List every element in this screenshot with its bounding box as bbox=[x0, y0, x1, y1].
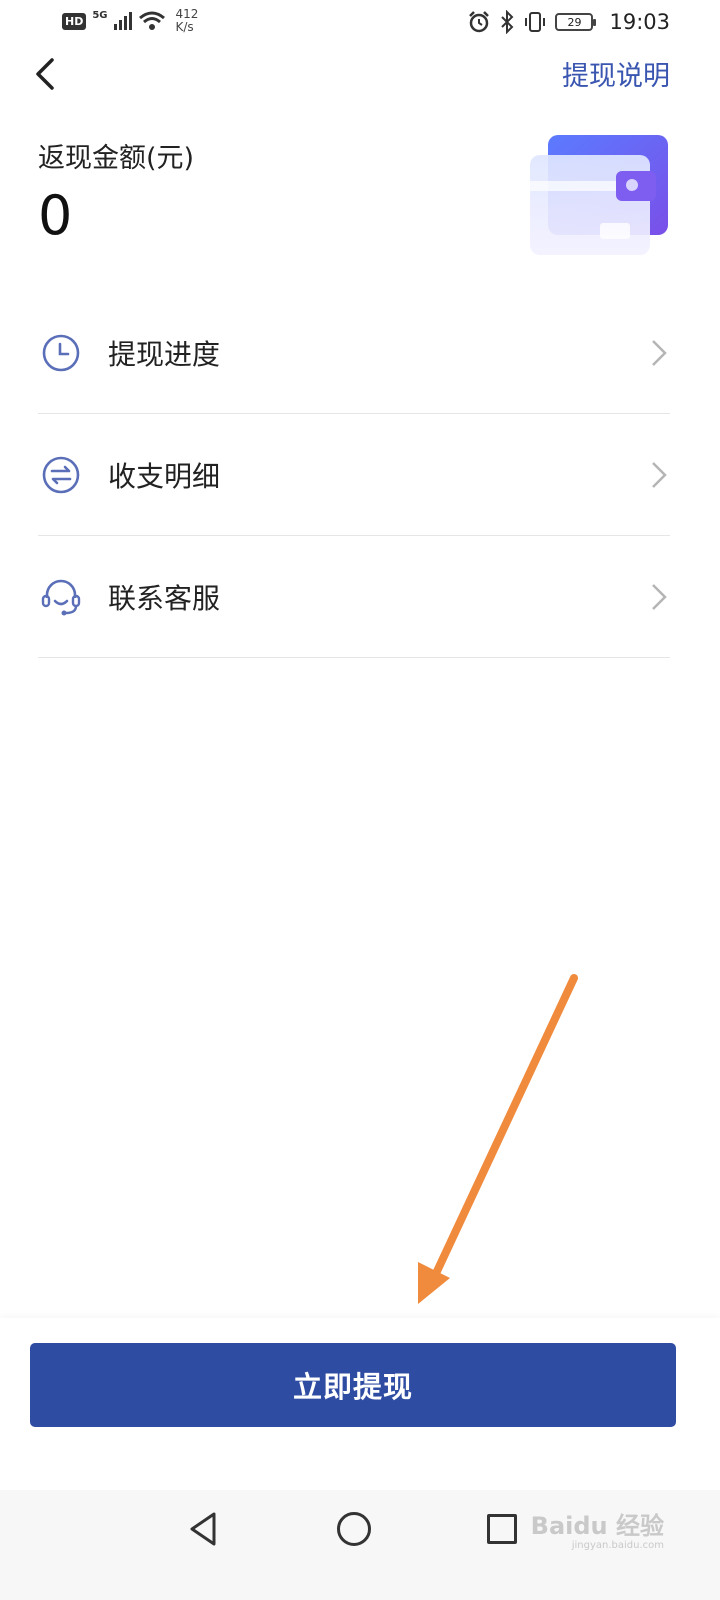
alarm-icon bbox=[469, 11, 490, 33]
status-time: 19:03 bbox=[609, 10, 670, 34]
withdraw-explanation-link[interactable]: 提现说明 bbox=[562, 54, 670, 93]
cashback-amount-label: 返现金额(元) bbox=[38, 143, 195, 174]
menu-item-income-expense[interactable]: 收支明细 bbox=[38, 414, 670, 536]
back-icon[interactable] bbox=[30, 54, 64, 94]
menu-item-label: 收支明细 bbox=[108, 459, 221, 493]
withdraw-now-button[interactable]: 立即提现 bbox=[30, 1343, 676, 1427]
bluetooth-icon bbox=[501, 10, 514, 34]
chevron-right-icon bbox=[652, 461, 667, 488]
status-right: 29 19:03 bbox=[467, 10, 670, 34]
network-type: 5G bbox=[92, 9, 108, 21]
nav-back-icon[interactable] bbox=[186, 1510, 220, 1548]
menu-item-withdraw-progress[interactable]: 提现进度 bbox=[38, 292, 670, 414]
chevron-right-icon bbox=[652, 583, 667, 610]
hd-badge: HD bbox=[62, 12, 87, 30]
network-speed: 412 K/s bbox=[176, 8, 199, 34]
nav-home-icon[interactable] bbox=[337, 1512, 371, 1546]
cashback-amount-value: 0 bbox=[38, 184, 73, 247]
speed-unit: K/s bbox=[175, 20, 194, 34]
wifi-icon bbox=[138, 11, 165, 30]
status-left: HD 5G 412 K/s bbox=[62, 8, 198, 34]
baidu-jingyan-watermark: Baidu 经验 bbox=[530, 1512, 664, 1540]
wallet-illustration-icon bbox=[530, 135, 668, 255]
chevron-right-icon bbox=[652, 339, 667, 366]
watermark-url: jingyan.baidu.com bbox=[571, 1540, 664, 1551]
transfer-icon bbox=[42, 456, 80, 493]
menu-item-label: 联系客服 bbox=[108, 581, 221, 615]
clock-icon bbox=[42, 334, 80, 371]
menu-item-label: 提现进度 bbox=[108, 337, 221, 371]
menu-list: 提现进度 收支明细 联系客服 bbox=[38, 292, 670, 658]
headset-icon bbox=[41, 579, 81, 615]
menu-item-customer-service[interactable]: 联系客服 bbox=[38, 536, 670, 658]
nav-recents-icon[interactable] bbox=[487, 1514, 517, 1544]
signal-icon bbox=[113, 12, 132, 30]
vibrate-icon bbox=[525, 12, 546, 32]
status-bar: HD 5G 412 K/s 29 19:03 bbox=[0, 0, 720, 48]
battery-indicator: 29 bbox=[555, 13, 597, 31]
